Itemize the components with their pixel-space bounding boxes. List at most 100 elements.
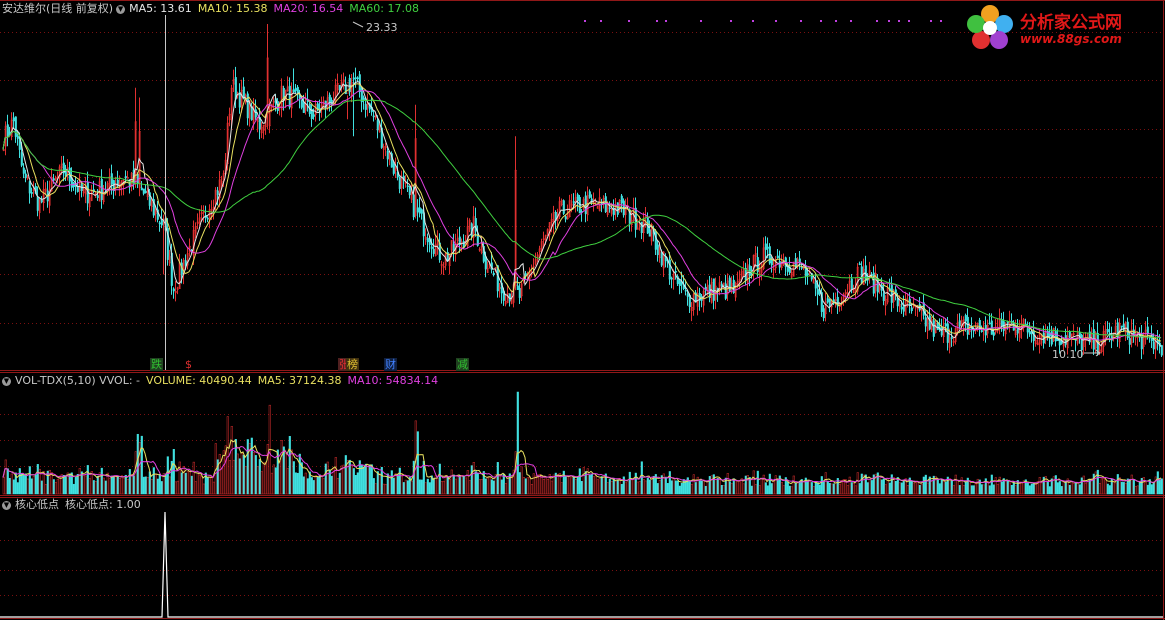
volume-bar [1072,483,1075,495]
chevron-down-icon[interactable]: ▼ [116,4,126,14]
volume-bar [428,482,431,495]
volume-bar [1156,471,1159,495]
volume-bar [598,478,601,495]
candle-body [392,164,395,174]
volume-bar [498,475,501,495]
volume-bar [936,479,939,495]
volume-bar [1120,481,1123,495]
volume-bar [994,477,997,495]
candle-body [372,115,375,118]
volume-bar [808,480,811,495]
candle-body [766,247,769,249]
volume-bar [970,485,973,495]
volume-bar [856,472,859,495]
volume-bar [634,472,637,495]
volume-bar [476,473,479,495]
volume-bar [74,476,77,495]
volume-bar [580,481,583,495]
low-price-arrow [1084,349,1101,357]
volume-bar [378,473,381,495]
candle-body [1026,328,1029,333]
volume-bar [240,452,243,495]
event-marker[interactable]: 减 [456,358,469,371]
candle-body [292,89,295,93]
candle-body [928,315,931,330]
volume-bar [610,480,613,495]
candle-body [516,285,519,290]
chevron-down-icon[interactable]: ▼ [2,500,11,510]
volume-bar [1152,482,1155,495]
volume-bar [392,477,395,495]
volume-bar [858,483,861,495]
volume-bar [962,485,965,495]
candle-body [1054,331,1057,342]
candle-body [492,272,495,276]
volume-bar [820,476,823,495]
volume-bar [260,471,263,495]
volume-bar [1116,474,1119,495]
volume-bar [342,464,345,495]
marker-dot [656,20,658,22]
volume-bar [940,478,943,495]
volume-bar [194,481,197,495]
volume-bar [510,477,513,495]
volume-bar [140,435,143,495]
volume-bar [528,476,531,495]
volume-bar [222,450,225,495]
volume-bar [196,472,199,495]
chevron-down-icon[interactable]: ▼ [2,376,11,386]
volume-bar [1014,485,1017,495]
event-marker[interactable]: 榜 [346,358,359,371]
volume-bar [256,466,259,495]
candle-body [20,152,23,166]
volume-bar [470,465,473,495]
volume-bar [786,481,789,495]
volume-bar [56,478,59,495]
candle-body [724,283,727,299]
candle-body [158,222,161,225]
volume-bar [200,476,203,495]
volume-bar [68,473,71,495]
candle-body [684,290,687,292]
volume-bar [294,472,297,495]
volume-bar [398,467,401,495]
volume-bar [252,452,255,495]
volume-bar [1008,482,1011,495]
candle-body [794,258,797,267]
volume-bar [1086,480,1089,495]
volume-bar [198,474,201,495]
volume-bar [50,472,53,495]
volume-bar [78,468,81,495]
volume-bar [112,475,115,495]
flower-logo-icon [967,5,1013,49]
candle-body [100,178,103,201]
marker-dot [930,20,932,22]
event-marker[interactable]: 财 [384,358,397,371]
ma5-readout: MA5: 13.61 [129,2,192,15]
volume-bar [500,479,503,495]
volume-bar [136,433,139,495]
volume-bar [846,485,849,495]
volume-bar [710,475,713,495]
volume-bar [636,481,639,495]
event-marker[interactable]: 跌 [150,358,163,371]
volume-bar [280,440,283,495]
volume-bar [492,480,495,495]
volume-bar [1054,475,1057,495]
price-grid [0,32,1163,324]
volume-bar [802,481,805,495]
volume-bar [1096,469,1099,495]
volume-bar [318,474,321,495]
volume-bar [262,462,265,495]
volume-bar [938,483,941,495]
volume-bar [130,474,133,495]
volume-bar [708,476,711,495]
volume-bar [888,482,891,495]
event-marker[interactable]: $ [184,358,193,371]
volume-bar [744,475,747,495]
volume-bar [766,485,769,495]
volume-bar [1134,486,1137,495]
candle-body [648,229,651,237]
volume-bar [1084,482,1087,495]
volume-bar [236,453,239,495]
